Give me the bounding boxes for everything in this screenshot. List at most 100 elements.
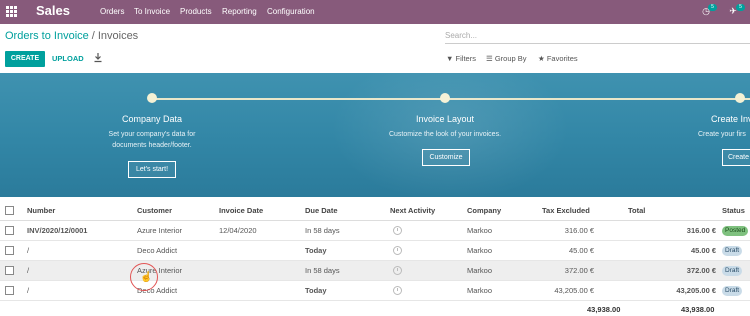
breadcrumb: Orders to Invoice / Invoices xyxy=(5,30,138,42)
status-badge: Draft xyxy=(722,246,743,256)
col-number[interactable]: Number xyxy=(27,201,137,221)
row-checkbox[interactable] xyxy=(5,246,14,256)
menu-products[interactable]: Products xyxy=(180,7,212,16)
create-button[interactable]: CREATE xyxy=(5,51,45,67)
search-bar xyxy=(445,28,750,44)
upload-button[interactable]: UPLOAD xyxy=(52,54,84,63)
cell-status: Draft xyxy=(722,260,750,281)
cell-company: Markoo xyxy=(467,280,542,301)
row-select-cell xyxy=(0,240,27,261)
cell-tax-excluded: 316.00 € xyxy=(542,220,628,241)
step-dot-invoice-layout xyxy=(440,93,450,103)
step-desc-create-invoice: Create your firs xyxy=(698,131,746,138)
col-due-date[interactable]: Due Date xyxy=(305,201,390,221)
favorites-button[interactable]: ★ Favorites xyxy=(538,54,578,63)
table-row[interactable]: INV/2020/12/0001 Azure Interior 12/04/20… xyxy=(0,220,750,241)
customize-button[interactable]: Customize xyxy=(422,149,470,166)
cell-tax-excluded: 43,205.00 € xyxy=(542,280,628,301)
top-navbar: Sales Orders To Invoice Products Reporti… xyxy=(0,0,750,24)
cell-due-date: In 58 days xyxy=(305,260,390,281)
table-header-row: Number Customer Invoice Date Due Date Ne… xyxy=(0,201,750,221)
menu-reporting[interactable]: Reporting xyxy=(222,7,257,16)
cell-invoice-date xyxy=(219,260,305,281)
total-amount: 43,938.00 xyxy=(681,305,715,314)
menu-orders[interactable]: Orders xyxy=(100,7,124,16)
step-title-company-data: Company Data xyxy=(121,114,183,124)
cell-next-activity xyxy=(390,240,467,261)
table-row[interactable]: / Deco Addict Today Markoo 43,205.00 € 4… xyxy=(0,280,750,301)
cell-tax-excluded: 372.00 € xyxy=(542,260,628,281)
menu-configuration[interactable]: Configuration xyxy=(267,7,315,16)
menu-to-invoice[interactable]: To Invoice xyxy=(134,7,170,16)
cell-status: Draft xyxy=(722,280,750,301)
col-next-activity[interactable]: Next Activity xyxy=(390,201,467,221)
status-badge: Posted xyxy=(722,226,749,236)
activity-clock-icon[interactable] xyxy=(393,286,402,296)
star-icon: ★ xyxy=(538,54,545,63)
onboarding-progress-line xyxy=(152,98,750,100)
cell-tax-excluded-value: 43,205.00 € xyxy=(554,286,594,295)
col-tax-excluded[interactable]: Tax Excluded xyxy=(542,201,628,221)
select-all-cell xyxy=(0,201,27,221)
col-status[interactable]: Status xyxy=(722,201,750,221)
cell-total-value: 372.00 € xyxy=(686,266,716,275)
cell-status: Draft xyxy=(722,240,750,261)
cell-invoice-date xyxy=(219,280,305,301)
groupby-label: Group By xyxy=(494,54,527,63)
cell-total-value: 316.00 € xyxy=(686,226,716,235)
hand-cursor-icon: ☝ xyxy=(140,272,153,283)
cell-tax-excluded: 45.00 € xyxy=(542,240,628,261)
cell-tax-excluded-value: 316.00 € xyxy=(564,226,594,235)
col-total-label: Total xyxy=(628,206,646,215)
col-invoice-date[interactable]: Invoice Date xyxy=(219,201,305,221)
col-tax-excluded-label: Tax Excluded xyxy=(542,206,590,215)
step-dot-create-invoice xyxy=(735,93,745,103)
table-row[interactable]: / Azure Interior In 58 days Markoo 372.0… xyxy=(0,260,750,281)
select-all-checkbox[interactable] xyxy=(5,206,14,216)
apps-grid-icon[interactable] xyxy=(6,6,17,17)
cell-due-date: In 58 days xyxy=(305,220,390,241)
step-title-create-invoice: Create Inv xyxy=(711,114,750,124)
search-input[interactable] xyxy=(445,28,735,42)
lets-start-button[interactable]: Let's start! xyxy=(128,161,176,178)
row-checkbox[interactable] xyxy=(5,286,14,296)
step-desc-invoice-layout: Customize the look of your invoices. xyxy=(388,131,502,138)
filter-icon: ▼ xyxy=(446,54,454,63)
cell-next-activity xyxy=(390,220,467,241)
filters-label: Filters xyxy=(455,54,476,63)
activity-clock-icon[interactable] xyxy=(393,226,402,236)
cell-number: INV/2020/12/0001 xyxy=(27,220,137,241)
groupby-button[interactable]: ☰ Group By xyxy=(486,54,527,63)
step-title-invoice-layout: Invoice Layout xyxy=(415,114,475,124)
cell-due-date: Today xyxy=(305,240,390,261)
row-select-cell xyxy=(0,220,27,241)
activity-clock-icon[interactable] xyxy=(393,246,402,256)
row-checkbox[interactable] xyxy=(5,266,14,276)
cell-total: 43,205.00 € xyxy=(628,280,722,301)
cell-due-date: Today xyxy=(305,280,390,301)
col-customer[interactable]: Customer xyxy=(137,201,219,221)
activity-clock-icon[interactable] xyxy=(393,266,402,276)
table-row[interactable]: / Deco Addict Today Markoo 45.00 € 45.00… xyxy=(0,240,750,261)
messages-count-badge: 5 xyxy=(736,4,745,11)
cell-total-value: 45.00 € xyxy=(690,246,716,255)
col-company[interactable]: Company xyxy=(467,201,542,221)
cell-company: Markoo xyxy=(467,260,542,281)
status-badge: Draft xyxy=(722,266,743,276)
row-checkbox[interactable] xyxy=(5,226,14,236)
breadcrumb-orders-to-invoice[interactable]: Orders to Invoice xyxy=(5,30,89,42)
totals-row: 43,938.00 43,938.00 xyxy=(0,301,750,316)
cell-company: Markoo xyxy=(467,220,542,241)
status-badge: Draft xyxy=(722,286,743,296)
breadcrumb-separator: / xyxy=(91,30,95,42)
download-icon[interactable] xyxy=(94,53,102,63)
filters-button[interactable]: ▼ Filters xyxy=(446,54,476,63)
invoice-table: Number Customer Invoice Date Due Date Ne… xyxy=(0,201,750,301)
row-select-cell xyxy=(0,260,27,281)
step-desc-line: documents header/footer. xyxy=(112,142,192,149)
create-invoice-button[interactable]: Create xyxy=(722,149,750,166)
col-total[interactable]: Total xyxy=(628,201,722,221)
step-dot-company-data xyxy=(147,93,157,103)
cell-total-value: 43,205.00 € xyxy=(676,286,716,295)
app-name: Sales xyxy=(36,3,70,18)
